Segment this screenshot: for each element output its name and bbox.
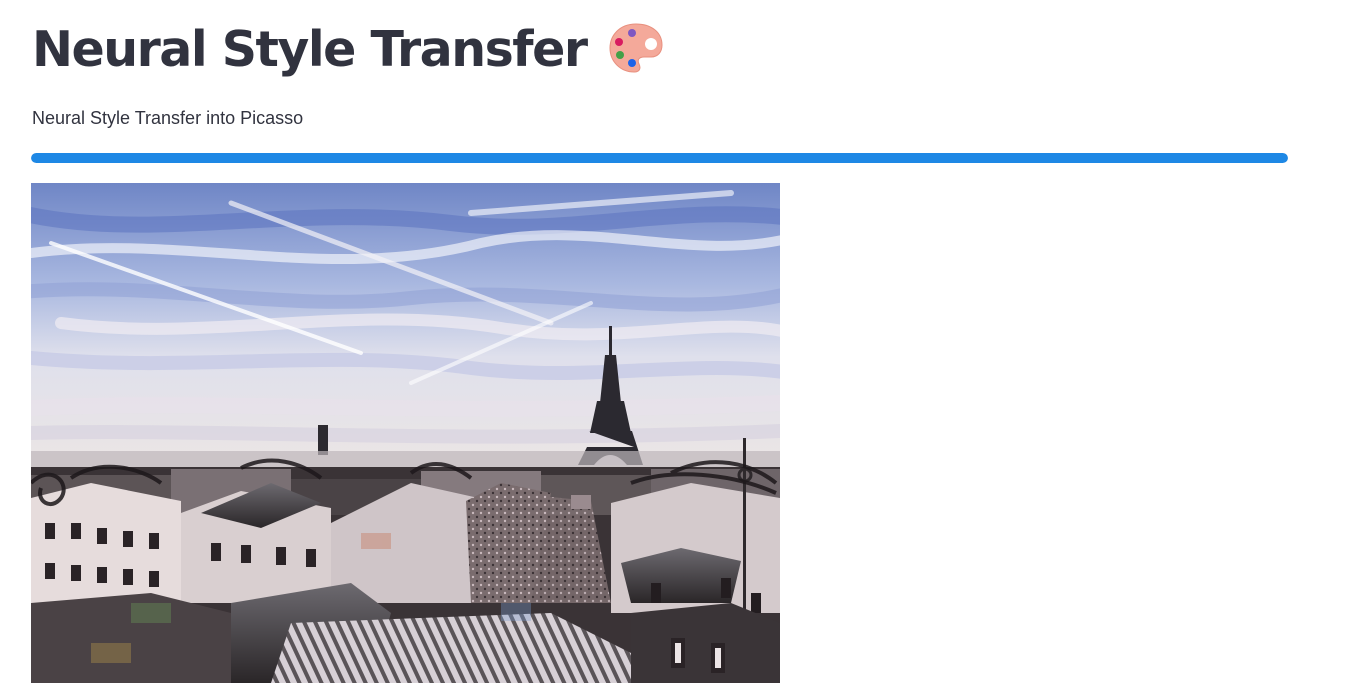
app-main: Neural Style Transfer Neural Style Trans…	[0, 0, 1346, 690]
paris-rooftops-eiffel-tower-stylized-image	[31, 183, 780, 683]
progress-bar-fill	[31, 153, 1288, 163]
title-row: Neural Style Transfer	[32, 14, 665, 84]
page-title: Neural Style Transfer	[32, 20, 588, 78]
progress-bar	[31, 153, 1288, 163]
page-subtitle: Neural Style Transfer into Picasso	[32, 108, 304, 128]
artist-palette-icon	[607, 20, 665, 78]
stylized-output-image	[31, 183, 780, 683]
